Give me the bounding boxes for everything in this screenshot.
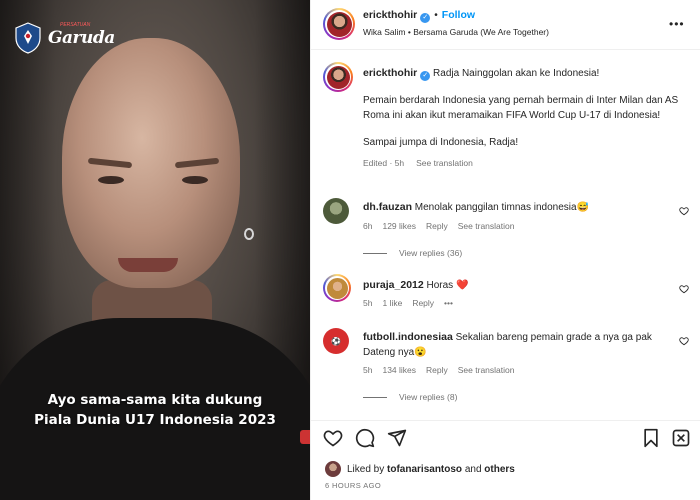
post-time-ago: 6 HOURS AGO <box>325 481 382 490</box>
caption-first-line: erickthohir ✓ Radja Nainggolan akan ke In… <box>363 66 693 81</box>
comment-meta: 6h 129 likes Reply See translation <box>363 221 524 231</box>
liked-by-others[interactable]: others <box>484 464 515 475</box>
view-replies-button[interactable]: View replies (36) <box>363 248 462 258</box>
comment-item: puraja_2012 Horas ❤️ 5h 1 like Reply ••• <box>311 274 700 318</box>
verified-badge-icon: ✓ <box>420 13 431 23</box>
video-eye-right <box>182 176 208 184</box>
comment-time: 6h <box>363 221 373 231</box>
view-replies-label[interactable]: View replies (36) <box>399 248 462 258</box>
comment-username[interactable]: futboll.indonesiaa <box>363 331 453 343</box>
comment-avatar[interactable] <box>323 198 349 224</box>
comment-text: puraja_2012 Horas ❤️ <box>363 278 678 293</box>
save-bookmark-icon[interactable] <box>641 428 661 448</box>
comment-time: 5h <box>363 298 373 308</box>
comment-meta: 5h 134 likes Reply See translation <box>363 365 524 375</box>
replies-line <box>363 396 387 398</box>
follow-button[interactable]: Follow <box>442 9 475 21</box>
comment-reply-button[interactable]: Reply <box>426 365 448 375</box>
video-corner-mark <box>300 430 310 444</box>
liked-by-user[interactable]: tofanarisantoso <box>387 464 462 475</box>
view-replies-button[interactable]: View replies (8) <box>363 392 457 402</box>
sound-muted-icon[interactable] <box>671 428 691 448</box>
comment-meta: 5h 1 like Reply ••• <box>363 298 463 308</box>
comment-body: Menolak panggilan timnas indonesia😅 <box>414 202 590 213</box>
post-sidebar: erickthohir ✓ • Follow Wika Salim • Bersama… <box>310 0 700 500</box>
caption-meta: Edited · 5h See translation <box>363 158 693 168</box>
video-caption-line2: Piala Dunia U17 Indonesia 2023 <box>34 412 276 428</box>
post-view: PERSATUAN Garuda Ayo sama-sama kita duku… <box>0 0 700 500</box>
comment-like-heart-icon[interactable] <box>679 284 689 294</box>
author-username[interactable]: erickthohir <box>363 9 417 21</box>
video-mouth <box>118 258 178 272</box>
video-caption-line1: Ayo sama-sama kita dukung <box>47 392 263 408</box>
action-bar: Liked by tofanarisantoso and others 6 HO… <box>311 420 700 500</box>
comment-avatar[interactable]: ⚽ <box>323 328 349 354</box>
comment-see-translation[interactable]: See translation <box>458 221 515 231</box>
comment-body: Horas ❤️ <box>426 280 469 291</box>
garuda-logo-text: Garuda <box>48 28 115 48</box>
view-replies-label[interactable]: View replies (8) <box>399 392 457 402</box>
liked-by-prefix: Liked by <box>347 463 385 475</box>
caption-paragraph-1: Pemain berdarah Indonesia yang pernah be… <box>363 95 679 121</box>
pssi-emblem-icon <box>15 22 41 54</box>
comment-username[interactable]: puraja_2012 <box>363 279 424 291</box>
video-eye-left <box>98 176 124 184</box>
like-heart-icon[interactable] <box>323 428 343 448</box>
author-avatar[interactable] <box>323 8 355 40</box>
liked-by-avatar[interactable] <box>325 461 341 477</box>
comment-like-heart-icon[interactable] <box>679 336 689 346</box>
post-video[interactable]: PERSATUAN Garuda Ayo sama-sama kita duku… <box>0 0 310 500</box>
comment-item: dh.fauzan Menolak panggilan timnas indon… <box>311 196 700 266</box>
post-header: erickthohir ✓ • Follow Wika Salim • Bersama… <box>311 0 700 50</box>
caption-edited-time: Edited · 5h <box>363 158 405 168</box>
comment-likes[interactable]: 134 likes <box>382 365 416 375</box>
comment-avatar[interactable] <box>323 274 351 302</box>
liked-by-and: and <box>462 463 485 475</box>
audio-track[interactable]: Wika Salim • Bersama Garuda (We Are Toge… <box>363 27 549 37</box>
comment-like-heart-icon[interactable] <box>679 206 689 216</box>
comment-likes[interactable]: 129 likes <box>382 221 416 231</box>
comment-text: futboll.indonesiaa Sekalian bareng pemai… <box>363 330 678 360</box>
comment-more-icon[interactable]: ••• <box>444 298 453 308</box>
caption-avatar[interactable] <box>323 62 353 92</box>
video-caption: Ayo sama-sama kita dukung Piala Dunia U1… <box>0 390 310 430</box>
caption-headline: Radja Nainggolan akan ke Indonesia! <box>433 68 600 79</box>
post-caption: erickthohir ✓ Radja Nainggolan akan ke In… <box>363 66 693 168</box>
comment-text: dh.fauzan Menolak panggilan timnas indon… <box>363 200 678 215</box>
header-name-row: erickthohir ✓ • Follow <box>363 9 475 23</box>
comment-see-translation[interactable]: See translation <box>458 365 515 375</box>
caption-see-translation[interactable]: See translation <box>416 158 473 168</box>
comment-username[interactable]: dh.fauzan <box>363 201 412 213</box>
comment-reply-button[interactable]: Reply <box>426 221 448 231</box>
comment-bubble-icon[interactable] <box>355 428 375 448</box>
comment-time: 5h <box>363 365 373 375</box>
comment-item: ⚽ futboll.indonesiaa Sekalian bareng pem… <box>311 326 700 416</box>
comment-likes[interactable]: 1 like <box>382 298 402 308</box>
caption-username[interactable]: erickthohir <box>363 67 417 79</box>
share-send-icon[interactable] <box>387 428 407 448</box>
caption-paragraph-2: Sampai jumpa di Indonesia, Radja! <box>363 137 519 148</box>
replies-line <box>363 252 387 254</box>
caption-verified-badge-icon: ✓ <box>420 71 431 81</box>
liked-by-row: Liked by tofanarisantoso and others <box>325 461 515 477</box>
dot-separator: • <box>434 10 438 21</box>
video-earring <box>244 228 254 240</box>
comment-reply-button[interactable]: Reply <box>412 298 434 308</box>
more-options-icon[interactable]: ••• <box>669 18 689 30</box>
